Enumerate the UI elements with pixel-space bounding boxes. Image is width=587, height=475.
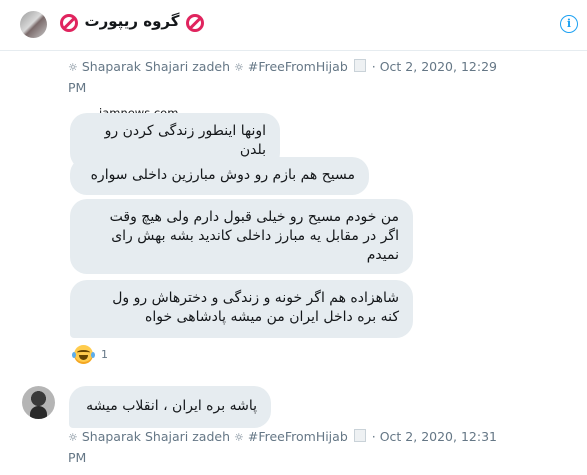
timestamp: Oct 2, 2020, 12:29 [379,59,497,74]
sun-icon: ☼ [233,431,244,444]
timestamp-ampm: PM [68,80,87,95]
conversation-header: گروه ریپورت i [0,0,587,51]
message-text-line: نمیدم [366,247,399,263]
separator-dot: · [371,429,376,444]
conversation-title: گروه ریپورت [84,12,180,30]
message-text-line: شاهزاده هم اگر خونه و زندگی و دختر‌هاش ر… [112,290,399,306]
message-text: اونها اینطور زندگی کردن رو بلدن [104,123,266,158]
message-bubble[interactable]: پاشه بره ایران ، انقلاب میشه [69,386,271,428]
no-entry-sign-icon [186,14,204,32]
face-with-tears-of-joy-icon [72,344,95,364]
sender-name[interactable]: Shaparak Shajari zadeh [82,429,230,444]
sender-avatar[interactable] [22,386,55,419]
message-meta-top: ☼ Shaparak Shajari zadeh ☼ #FreeFromHija… [68,57,498,98]
timestamp-ampm: PM [68,450,87,465]
message-text: مسیح هم بازم رو دوش مبارزین داخلی سواره [90,167,355,183]
sender-name[interactable]: Shaparak Shajari zadeh [82,59,230,74]
hashtag[interactable]: #FreeFromHijab [248,59,348,74]
timestamp: Oct 2, 2020, 12:31 [379,429,497,444]
message-meta-bottom: ☼ Shaparak Shajari zadeh ☼ #FreeFromHija… [68,427,498,468]
flag-icon [353,429,366,442]
message-bubble[interactable]: شاهزاده هم اگر خونه و زندگی و دختر‌هاش ر… [70,280,413,338]
separator-dot: · [371,59,376,74]
message-bubble[interactable]: من خودم مسیح رو خیلی قبول دارم ولی هیچ و… [70,199,413,274]
message-bubble[interactable]: مسیح هم بازم رو دوش مبارزین داخلی سواره [70,157,369,195]
reaction-badge[interactable]: 1 [72,343,108,365]
no-entry-sign-icon [60,14,78,32]
group-avatar[interactable] [20,11,47,38]
sun-icon: ☼ [68,61,78,74]
reaction-count: 1 [101,347,108,361]
info-icon[interactable]: i [560,15,578,33]
hashtag[interactable]: #FreeFromHijab [248,429,348,444]
message-text: پاشه بره ایران ، انقلاب میشه [86,398,257,414]
message-text-line: من خودم مسیح رو خیلی قبول دارم ولی هیچ و… [109,209,399,225]
message-text-line: کنه بره داخل ایران من میشه پادشاهی خواه [145,309,399,325]
message-text-line: اگر در مقابل یه مبارز داخلی کاندید بشه ب… [111,228,399,244]
flag-icon [353,59,366,72]
sun-icon: ☼ [233,61,244,74]
sun-icon: ☼ [68,431,78,444]
